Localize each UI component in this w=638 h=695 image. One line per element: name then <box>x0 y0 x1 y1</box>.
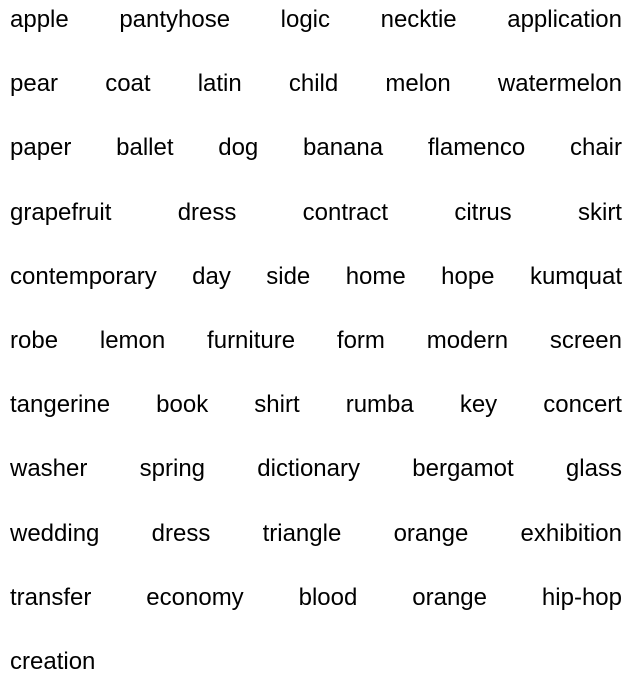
word: form <box>336 327 385 354</box>
word: pantyhose <box>119 6 231 33</box>
word: modern <box>426 327 509 354</box>
word: bergamot <box>412 455 514 483</box>
word: furniture <box>207 327 296 354</box>
word: application <box>507 6 622 33</box>
word: rumba <box>345 391 414 419</box>
word: concert <box>543 391 622 419</box>
word: home <box>345 262 406 290</box>
word: grapefruit <box>10 198 112 226</box>
word: key <box>459 391 498 419</box>
word: lemon <box>99 327 166 354</box>
word: contemporary <box>10 262 157 290</box>
word: skirt <box>577 198 622 226</box>
word-row: tangerine book shirt rumba key concert <box>10 385 622 425</box>
word: creation <box>10 648 96 675</box>
word: blood <box>298 583 358 611</box>
word-row: washer spring dictionary bergamot glass <box>10 449 622 489</box>
word: hip-hop <box>541 583 622 611</box>
word: melon <box>385 70 451 98</box>
word: hope <box>441 262 495 290</box>
word: latin <box>197 70 242 98</box>
word: triangle <box>262 519 342 547</box>
word-row: paper ballet dog banana flamenco chair <box>10 128 622 168</box>
word: watermelon <box>497 70 622 98</box>
word-row: pear coat latin child melon watermelon <box>10 64 622 104</box>
word: contract <box>302 198 389 226</box>
word: exhibition <box>520 519 622 547</box>
word: pear <box>10 70 59 98</box>
word: orange <box>412 583 487 611</box>
word: robe <box>10 327 59 354</box>
word: spring <box>139 455 206 483</box>
word: dictionary <box>257 455 360 483</box>
word: screen <box>549 327 622 354</box>
word: ballet <box>116 134 174 162</box>
word: kumquat <box>529 262 622 290</box>
word: coat <box>105 70 151 98</box>
word: dog <box>218 134 259 162</box>
word: book <box>156 391 209 419</box>
word: day <box>192 262 231 290</box>
word: apple <box>10 6 69 33</box>
word: paper <box>10 134 72 162</box>
word: economy <box>146 583 244 611</box>
word: orange <box>393 519 469 547</box>
word: tangerine <box>10 391 111 419</box>
word: glass <box>565 455 622 483</box>
word: dress <box>177 198 237 226</box>
word-row: grapefruit dress contract citrus skirt <box>10 193 622 233</box>
word-row: creation <box>10 642 622 682</box>
word: banana <box>303 134 384 162</box>
word-row: contemporary day side home hope kumquat <box>10 257 622 297</box>
word-row: transfer economy blood orange hip-hop <box>10 578 622 618</box>
word: side <box>266 262 311 290</box>
word: washer <box>10 455 88 483</box>
word-row: wedding dress triangle orange exhibition <box>10 514 622 554</box>
word: dress <box>151 519 211 547</box>
word: necktie <box>380 6 457 33</box>
word: logic <box>280 6 331 33</box>
word: flamenco <box>427 134 526 162</box>
word-row: apple pantyhose logic necktie application <box>10 0 622 40</box>
word: citrus <box>454 198 512 226</box>
word: wedding <box>10 519 100 547</box>
word: child <box>288 70 339 98</box>
word-row: robe lemon furniture form modern screen <box>10 321 622 361</box>
word: chair <box>569 134 622 162</box>
word: transfer <box>10 583 92 611</box>
word-list: apple pantyhose logic necktie application pea… <box>0 0 638 695</box>
word: shirt <box>254 391 300 419</box>
